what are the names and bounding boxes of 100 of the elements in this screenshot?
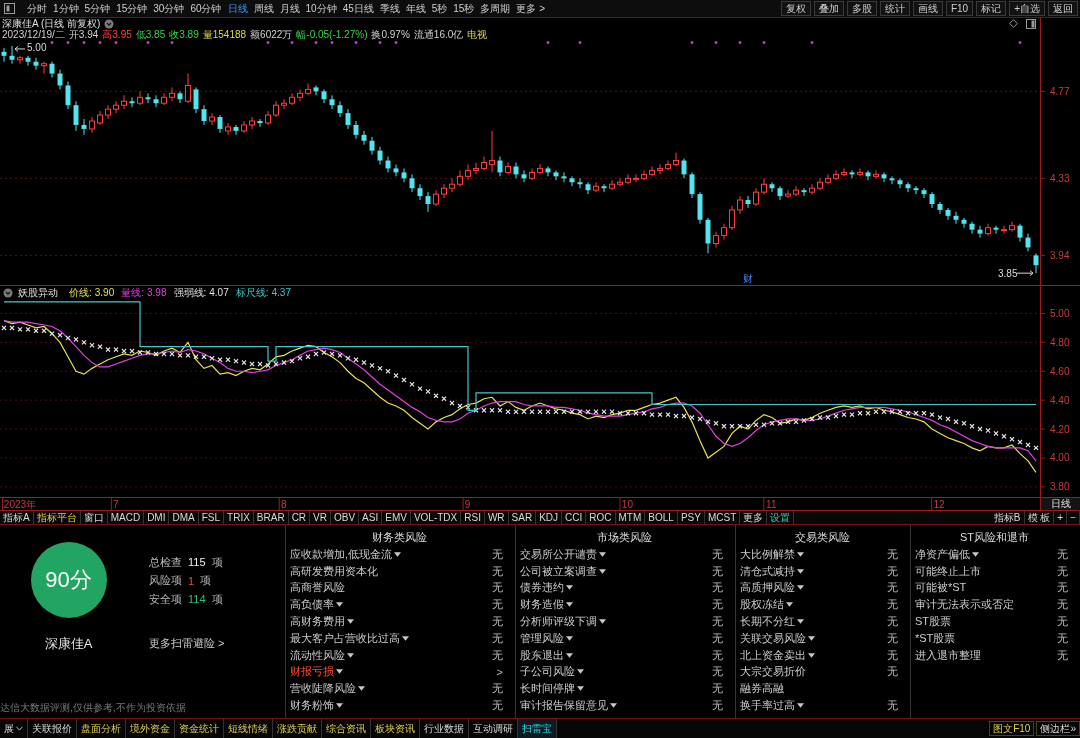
- caret-icon[interactable]: [599, 568, 606, 574]
- indicator-tab[interactable]: BRAR: [253, 511, 289, 524]
- period-tab[interactable]: 15秒: [450, 1, 478, 16]
- period-tab[interactable]: 5秒: [428, 1, 451, 16]
- period-tab[interactable]: 日线: [224, 1, 251, 16]
- risk-item-label[interactable]: 审计报告保留意见: [520, 698, 608, 714]
- caret-icon[interactable]: [786, 602, 793, 608]
- risk-item-label[interactable]: 北上资金卖出: [740, 647, 806, 663]
- risk-item-label[interactable]: 营收陡降风险: [290, 681, 356, 697]
- indicator-tab[interactable]: 指标B: [990, 511, 1025, 524]
- risk-item-label[interactable]: 长期不分红: [740, 614, 795, 630]
- risk-item-label[interactable]: 大比例解禁: [740, 546, 795, 562]
- circle-menu-icon[interactable]: [3, 287, 13, 298]
- caret-icon[interactable]: [347, 619, 354, 625]
- caret-icon[interactable]: [347, 652, 354, 658]
- more-link[interactable]: 更多扫雷避险 >: [149, 635, 225, 651]
- toolbar-button[interactable]: F10: [945, 1, 974, 16]
- risk-item-label[interactable]: 财务粉饰: [290, 698, 334, 714]
- bottom-tab[interactable]: 展: [0, 719, 28, 738]
- period-tab[interactable]: 多周期: [477, 1, 514, 16]
- caret-icon[interactable]: [797, 703, 804, 709]
- toolbar-button[interactable]: 画线: [912, 1, 943, 16]
- risk-item-label[interactable]: 净资产偏低: [915, 546, 970, 562]
- indicator-tab[interactable]: 窗口: [80, 511, 108, 524]
- more-tab[interactable]: 更多 >: [513, 1, 549, 16]
- period-tab[interactable]: 分时: [24, 1, 50, 16]
- caret-icon[interactable]: [394, 551, 402, 557]
- caret-icon[interactable]: [599, 551, 606, 557]
- toolbar-button[interactable]: 统计: [879, 1, 910, 16]
- caret-icon[interactable]: [797, 619, 804, 625]
- bottom-tab[interactable]: 涨跌贡献: [273, 719, 322, 738]
- risk-item-label[interactable]: 高财务费用: [290, 614, 345, 630]
- caret-icon[interactable]: [336, 703, 343, 709]
- caret-icon[interactable]: [577, 669, 584, 675]
- toolbar-button[interactable]: 复权: [780, 1, 811, 16]
- indicator-tab[interactable]: DMA: [169, 511, 199, 524]
- risk-item-label[interactable]: 交易所公开谴责: [520, 546, 597, 562]
- indicator-tab[interactable]: MTM: [615, 511, 646, 524]
- caret-icon[interactable]: [610, 703, 617, 709]
- caret-icon[interactable]: [797, 551, 804, 557]
- report-marker[interactable]: 财: [743, 273, 753, 284]
- caret-icon[interactable]: [566, 585, 573, 591]
- caret-icon[interactable]: [808, 652, 815, 658]
- risk-item-label[interactable]: 流动性风险: [290, 647, 345, 663]
- bottom-tab[interactable]: 关联报价: [28, 719, 77, 738]
- diamond-icon[interactable]: [1009, 19, 1018, 28]
- indicator-tab[interactable]: 模 板: [1024, 511, 1055, 524]
- risk-item-label[interactable]: 管理风险: [520, 630, 564, 646]
- side-button[interactable]: 侧边栏»: [1036, 721, 1080, 736]
- period-tab[interactable]: 10分钟: [302, 1, 340, 16]
- period-tab[interactable]: 30分钟: [150, 1, 188, 16]
- indicator-tab[interactable]: PSY: [677, 511, 705, 524]
- indicator-tab[interactable]: 更多: [740, 511, 768, 524]
- indicator-tab[interactable]: WR: [484, 511, 509, 524]
- sidebar-toggle-icon[interactable]: [4, 3, 15, 14]
- risk-item-label[interactable]: 高质押风险: [740, 580, 795, 596]
- period-tab[interactable]: 5分钟: [81, 1, 114, 16]
- period-tab[interactable]: 季线: [376, 1, 403, 16]
- indicator-tab[interactable]: MCST: [704, 511, 741, 524]
- risk-item-label[interactable]: 应收款增加,低现金流: [290, 546, 393, 562]
- bottom-tab[interactable]: 短线情绪: [224, 719, 273, 738]
- bottom-tab[interactable]: 扫雷宝: [518, 719, 557, 738]
- indicator-tab[interactable]: EMV: [382, 511, 411, 524]
- indicator-tab[interactable]: VR: [310, 511, 331, 524]
- period-tab[interactable]: 45日线: [339, 1, 377, 16]
- toolbar-button[interactable]: 返回: [1048, 1, 1078, 16]
- caret-icon[interactable]: [358, 686, 365, 692]
- risk-item-label[interactable]: 关联交易风险: [740, 630, 806, 646]
- period-tab[interactable]: 15分钟: [113, 1, 151, 16]
- caret-icon[interactable]: [599, 619, 606, 625]
- caret-icon[interactable]: [566, 602, 573, 608]
- risk-item-label[interactable]: 高负债率: [290, 597, 334, 613]
- caret-icon[interactable]: [336, 669, 343, 675]
- caret-icon[interactable]: [797, 568, 804, 574]
- toolbar-button[interactable]: +自选: [1009, 1, 1045, 16]
- indicator-tab[interactable]: VOL-TDX: [410, 511, 462, 524]
- side-button[interactable]: 图文F10: [989, 721, 1035, 736]
- bottom-tab[interactable]: 盘面分析: [77, 719, 126, 738]
- period-tab[interactable]: 周线: [250, 1, 277, 16]
- indicator-tab[interactable]: ASI: [359, 511, 383, 524]
- indicator-tab[interactable]: TRIX: [224, 511, 254, 524]
- period-tab[interactable]: 60分钟: [187, 1, 225, 16]
- risk-item-label[interactable]: 清仓式减持: [740, 563, 795, 579]
- indicator-tab[interactable]: OBV: [331, 511, 360, 524]
- indicator-tab[interactable]: RSI: [461, 511, 485, 524]
- bottom-tab[interactable]: 资金统计: [175, 719, 224, 738]
- caret-icon[interactable]: [808, 635, 815, 641]
- bottom-tab[interactable]: 综合资讯: [322, 719, 371, 738]
- caret-icon[interactable]: [336, 602, 343, 608]
- circle-menu-icon[interactable]: [104, 18, 115, 29]
- period-tab[interactable]: 1分钟: [50, 1, 82, 16]
- risk-item-label[interactable]: 债券违约: [520, 580, 564, 596]
- risk-item-label[interactable]: 财务造假: [520, 597, 564, 613]
- caret-icon[interactable]: [566, 652, 573, 658]
- indicator-tab[interactable]: +: [1054, 511, 1068, 524]
- bottom-tab[interactable]: 板块资讯: [371, 719, 420, 738]
- toolbar-button[interactable]: 多股: [846, 1, 877, 16]
- risk-item-label[interactable]: 最大客户占营收比过高: [290, 630, 400, 646]
- risk-item-label[interactable]: 子公司风险: [520, 664, 575, 680]
- risk-item-label[interactable]: 股权冻结: [740, 597, 784, 613]
